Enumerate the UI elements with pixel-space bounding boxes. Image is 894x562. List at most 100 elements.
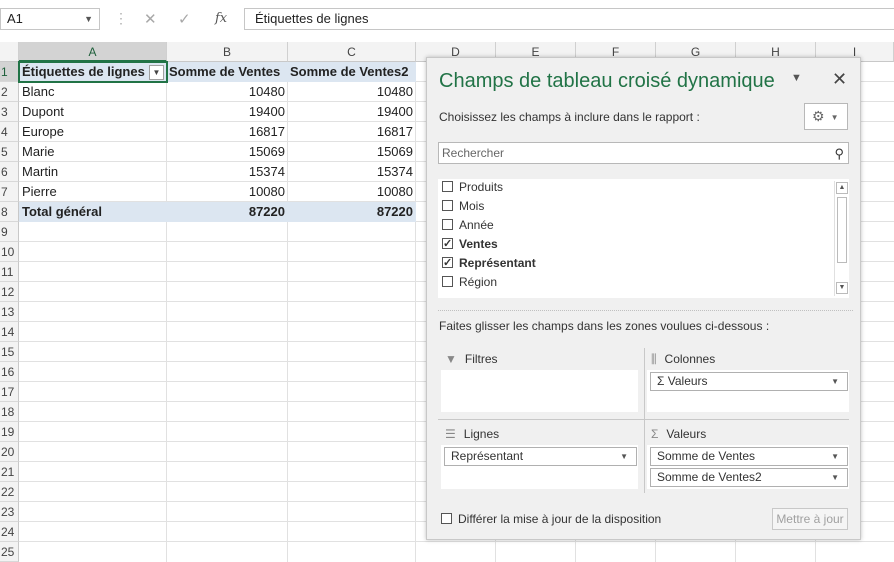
field-item-produits[interactable]: Produits xyxy=(442,178,503,196)
scroll-thumb[interactable] xyxy=(837,197,847,263)
pivot-total-value[interactable]: 87220 xyxy=(288,202,416,222)
field-checkbox[interactable] xyxy=(442,200,453,211)
chevron-down-icon[interactable]: ▼ xyxy=(831,373,839,390)
chevron-down-icon[interactable]: ▼ xyxy=(84,9,93,29)
pivot-row-label[interactable]: Dupont xyxy=(19,102,167,122)
field-checkbox[interactable] xyxy=(442,276,453,287)
pivot-value[interactable]: 10480 xyxy=(288,82,416,102)
pivot-header-sum-ventes2[interactable]: Somme de Ventes2 xyxy=(288,62,416,82)
pivot-value[interactable]: 19400 xyxy=(288,102,416,122)
field-checkbox[interactable] xyxy=(442,219,453,230)
row-header[interactable]: 6 xyxy=(0,162,19,182)
row-header[interactable]: 7 xyxy=(0,182,19,202)
row-header[interactable]: 17 xyxy=(0,382,19,402)
scroll-down-icon[interactable]: ▼ xyxy=(836,282,848,294)
close-icon[interactable]: ✕ xyxy=(832,69,847,90)
column-header-c[interactable]: C xyxy=(288,42,416,62)
pivot-value[interactable]: 10480 xyxy=(167,82,288,102)
row-header[interactable]: 18 xyxy=(0,402,19,422)
enter-icon[interactable]: ✓ xyxy=(178,10,191,28)
row-header[interactable]: 19 xyxy=(0,422,19,442)
row-header[interactable]: 25 xyxy=(0,542,19,562)
search-input[interactable]: Rechercher ⚲ xyxy=(438,142,849,164)
columns-drop-zone[interactable]: Σ Valeurs ▼ xyxy=(647,370,849,412)
scroll-up-icon[interactable]: ▲ xyxy=(836,182,848,194)
pivot-row-label[interactable]: Blanc xyxy=(19,82,167,102)
divider xyxy=(438,310,853,311)
chevron-down-icon[interactable]: ▼ xyxy=(791,72,802,84)
row-header[interactable]: 23 xyxy=(0,502,19,522)
row-header[interactable]: 21 xyxy=(0,462,19,482)
formula-input[interactable]: Étiquettes de lignes xyxy=(244,8,894,30)
row-header[interactable]: 9 xyxy=(0,222,19,242)
field-label: Produits xyxy=(459,180,504,194)
pivot-header-sum-ventes[interactable]: Somme de Ventes xyxy=(167,62,288,82)
defer-checkbox[interactable] xyxy=(441,513,452,524)
values-field-somme-ventes2[interactable]: Somme de Ventes2 ▼ xyxy=(650,468,848,487)
row-header[interactable]: 15 xyxy=(0,342,19,362)
row-header[interactable]: 8 xyxy=(0,202,19,222)
field-checkbox[interactable] xyxy=(442,181,453,192)
chevron-down-icon[interactable]: ▼ xyxy=(831,448,839,465)
field-checkbox-checked[interactable] xyxy=(442,235,453,253)
zone-header-values: Σ Valeurs xyxy=(651,427,706,441)
pivot-value[interactable]: 15069 xyxy=(288,142,416,162)
pivot-row-label[interactable]: Pierre xyxy=(19,182,167,202)
rows-drop-zone[interactable]: Représentant ▼ xyxy=(441,445,638,489)
insert-function-icon[interactable]: fx xyxy=(215,11,227,26)
row-header[interactable]: 14 xyxy=(0,322,19,342)
name-box[interactable]: A1 ▼ xyxy=(0,8,100,30)
select-all-corner[interactable] xyxy=(0,42,19,62)
chevron-down-icon[interactable]: ▼ xyxy=(620,448,628,465)
row-header[interactable]: 2 xyxy=(0,82,19,102)
pivot-value[interactable]: 10080 xyxy=(167,182,288,202)
update-button[interactable]: Mettre à jour xyxy=(772,508,848,530)
row-header[interactable]: 16 xyxy=(0,362,19,382)
rows-icon: ☰ xyxy=(445,427,456,441)
pivot-total-value[interactable]: 87220 xyxy=(167,202,288,222)
field-list-scrollbar[interactable]: ▲ ▼ xyxy=(834,181,849,296)
field-item-annee[interactable]: Année xyxy=(442,216,494,234)
defer-update-option[interactable]: Différer la mise à jour de la dispositio… xyxy=(441,512,661,526)
field-item-region[interactable]: Région xyxy=(442,273,497,291)
pivot-row-label[interactable]: Marie xyxy=(19,142,167,162)
cancel-icon[interactable]: ✕ xyxy=(144,10,157,28)
row-header[interactable]: 13 xyxy=(0,302,19,322)
pivot-value[interactable]: 15374 xyxy=(288,162,416,182)
row-header[interactable]: 20 xyxy=(0,442,19,462)
values-field-somme-ventes[interactable]: Somme de Ventes ▼ xyxy=(650,447,848,466)
row-header[interactable]: 12 xyxy=(0,282,19,302)
row-header[interactable]: 5 xyxy=(0,142,19,162)
column-header-b[interactable]: B xyxy=(167,42,288,62)
row-header[interactable]: 1 xyxy=(0,62,19,82)
row-header[interactable]: 4 xyxy=(0,122,19,142)
row-header[interactable]: 11 xyxy=(0,262,19,282)
values-drop-zone[interactable]: Somme de Ventes ▼ Somme de Ventes2 ▼ xyxy=(647,445,849,489)
field-item-mois[interactable]: Mois xyxy=(442,197,484,215)
field-chip-label: Somme de Ventes xyxy=(657,449,756,463)
pivot-value[interactable]: 10080 xyxy=(288,182,416,202)
chevron-down-icon[interactable]: ▼ xyxy=(831,469,839,486)
pivot-value[interactable]: 15069 xyxy=(167,142,288,162)
search-icon[interactable]: ⚲ xyxy=(834,144,844,164)
columns-field-valeurs[interactable]: Σ Valeurs ▼ xyxy=(650,372,848,391)
field-checkbox-checked[interactable] xyxy=(442,254,453,272)
pivot-value[interactable]: 16817 xyxy=(288,122,416,142)
pivot-value[interactable]: 19400 xyxy=(167,102,288,122)
filters-drop-zone[interactable] xyxy=(441,370,638,412)
pivot-value[interactable]: 15374 xyxy=(167,162,288,182)
pivot-value[interactable]: 16817 xyxy=(167,122,288,142)
rows-field-representant[interactable]: Représentant ▼ xyxy=(444,447,637,466)
row-header[interactable]: 10 xyxy=(0,242,19,262)
field-item-representant[interactable]: Représentant xyxy=(442,254,536,272)
row-header[interactable]: 3 xyxy=(0,102,19,122)
column-header-a[interactable]: A xyxy=(19,42,167,62)
row-header[interactable]: 24 xyxy=(0,522,19,542)
field-item-ventes[interactable]: Ventes xyxy=(442,235,498,253)
row-header[interactable]: 22 xyxy=(0,482,19,502)
pivot-row-label[interactable]: Martin xyxy=(19,162,167,182)
pivot-total-label[interactable]: Total général xyxy=(19,202,167,222)
tools-button[interactable]: ⚙ ▼ xyxy=(804,103,848,130)
pivot-row-label[interactable]: Europe xyxy=(19,122,167,142)
drag-handle-icon[interactable]: ⋮ xyxy=(114,10,128,27)
